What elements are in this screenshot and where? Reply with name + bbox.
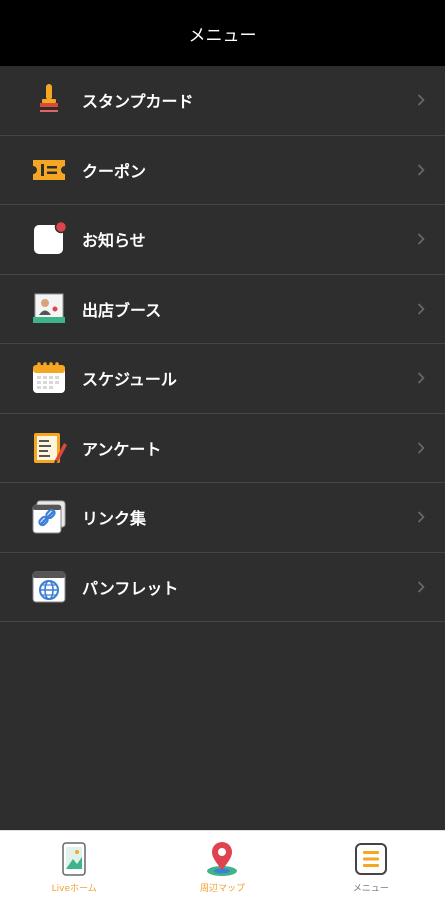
chevron-right-icon [415,163,427,177]
chevron-right-icon [415,93,427,107]
menu-item-links[interactable]: リンク集 [0,483,445,553]
chevron-right-icon [415,232,427,246]
tab-label: Liveホーム [51,884,97,894]
menu-item-label: リンク集 [82,509,147,529]
tab-nearby-map[interactable]: 周辺マップ [148,831,296,900]
menu-icon [351,839,391,879]
menu-item-coupon[interactable]: クーポン [0,136,445,205]
link-icon [31,499,67,535]
page-title: メニュー [188,25,257,46]
chevron-right-icon [415,510,427,524]
menu-item-notifications[interactable]: お知らせ [0,205,445,275]
app-screen: メニュー スタンプカード クーポン お知らせ 出店ブース スケジュール アンケー… [0,0,445,900]
globe-icon [31,569,67,605]
calendar-icon [31,360,67,396]
tab-label: 周辺マップ [199,884,245,894]
menu-item-label: お知らせ [82,231,146,251]
tab-label: メニュー [352,884,389,894]
menu-item-booth[interactable]: 出店ブース [0,275,445,344]
menu-item-label: 出店ブース [82,300,162,320]
header-bar: メニュー [0,0,445,66]
map-pin-icon [202,839,242,879]
survey-icon [31,430,67,466]
coupon-icon [31,152,67,188]
bottom-tab-bar: Liveホーム 周辺マップ メニュー [0,830,445,900]
stamp-icon [31,82,67,118]
chevron-right-icon [415,441,427,455]
menu-item-label: パンフレット [82,578,179,598]
menu-item-schedule[interactable]: スケジュール [0,344,445,414]
chevron-right-icon [415,371,427,385]
tab-menu[interactable]: メニュー [297,831,445,900]
menu-item-stamp-card[interactable]: スタンプカード [0,66,445,136]
menu-item-survey[interactable]: アンケート [0,414,445,483]
home-photo-icon [54,839,94,879]
menu-item-label: スタンプカード [82,92,194,112]
chevron-right-icon [415,302,427,316]
menu-item-label: クーポン [82,161,147,181]
menu-item-label: スケジュール [82,370,177,390]
notification-icon [31,221,67,257]
menu-item-label: アンケート [82,439,162,459]
chevron-right-icon [415,580,427,594]
menu-list: スタンプカード クーポン お知らせ 出店ブース スケジュール アンケート リンク… [0,66,445,622]
booth-icon [31,291,67,327]
tab-live-home[interactable]: Liveホーム [0,831,148,900]
menu-item-pamphlet[interactable]: パンフレット [0,553,445,622]
